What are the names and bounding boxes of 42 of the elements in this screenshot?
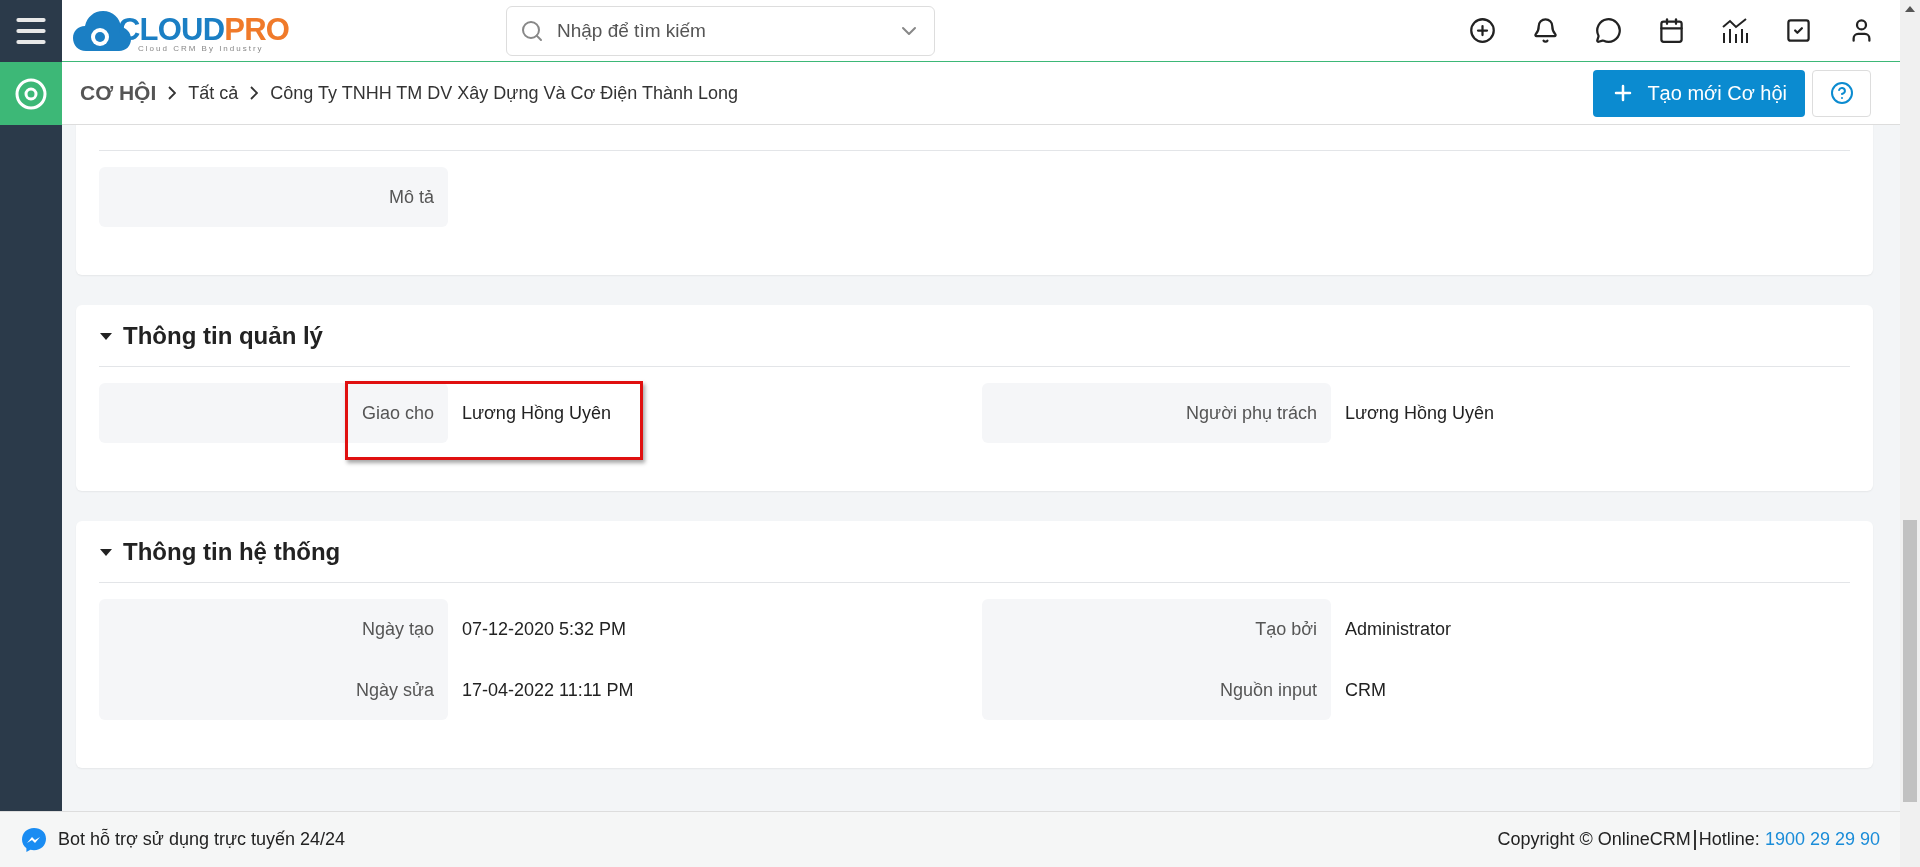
support-text[interactable]: Bot hỗ trợ sử dụng trực tuyến 24/24 — [58, 826, 346, 853]
help-button[interactable] — [1812, 69, 1871, 117]
add-icon[interactable] — [1469, 17, 1496, 44]
create-button[interactable]: Tạo mới Cơ hội — [1593, 69, 1805, 117]
field-value: 17-04-2022 11:11 PM — [462, 678, 634, 702]
breadcrumb-link[interactable]: Công Ty TNHH TM DV Xây Dựng Và Cơ Điện Thành Long — [270, 79, 739, 107]
field-value: Lương Hồng Uyên — [1345, 401, 1494, 425]
hotline-label: Hotline: — [1698, 828, 1760, 851]
checkbox-icon[interactable] — [1785, 17, 1812, 44]
logo-text: PRO — [224, 13, 290, 45]
field-label: Mô tả — [388, 185, 434, 209]
section-title: Thông tin hệ thống — [123, 536, 341, 567]
field-value: Administrator — [1345, 617, 1452, 641]
module-title[interactable]: CƠ HỘI — [80, 77, 157, 109]
field-value: CRM — [1345, 678, 1386, 702]
field-label: Người phụ trách — [1186, 401, 1317, 425]
chart-icon[interactable] — [1721, 17, 1749, 44]
field-label: Giao cho — [361, 401, 434, 425]
calendar-icon[interactable] — [1658, 17, 1685, 44]
field-label: Tạo bởi — [1255, 617, 1317, 641]
bell-icon[interactable] — [1532, 17, 1559, 44]
search-field[interactable]: Nhập để tìm kiếm — [506, 5, 935, 56]
chevron-right-icon — [250, 86, 259, 100]
chat-bubble-icon[interactable] — [1595, 17, 1622, 44]
breadcrumb-link[interactable]: Tất cả — [188, 79, 239, 107]
messenger-icon[interactable] — [20, 825, 48, 854]
copyright-text: Copyright © OnlineCRM — [1497, 828, 1691, 851]
field-value: 07-12-2020 5:32 PM — [462, 617, 627, 641]
field-label: Ngày sửa — [355, 678, 434, 702]
scrollbar[interactable] — [1900, 0, 1920, 867]
field-value: Lương Hồng Uyên — [462, 401, 611, 425]
help-icon — [1829, 81, 1854, 105]
field-label: Ngày tạo — [361, 617, 434, 641]
scroll-up-icon[interactable] — [1905, 6, 1915, 12]
caret-down-icon[interactable] — [99, 546, 113, 557]
field-label: Nguồn input — [1219, 678, 1317, 702]
search-icon — [520, 18, 544, 43]
chevron-right-icon — [168, 86, 177, 100]
scrollbar-thumb[interactable] — [1903, 520, 1917, 802]
caret-down-icon[interactable] — [99, 330, 113, 341]
section-title: Thông tin quản lý — [123, 320, 323, 351]
logo-tagline: Cloud CRM By Industry — [137, 44, 265, 53]
